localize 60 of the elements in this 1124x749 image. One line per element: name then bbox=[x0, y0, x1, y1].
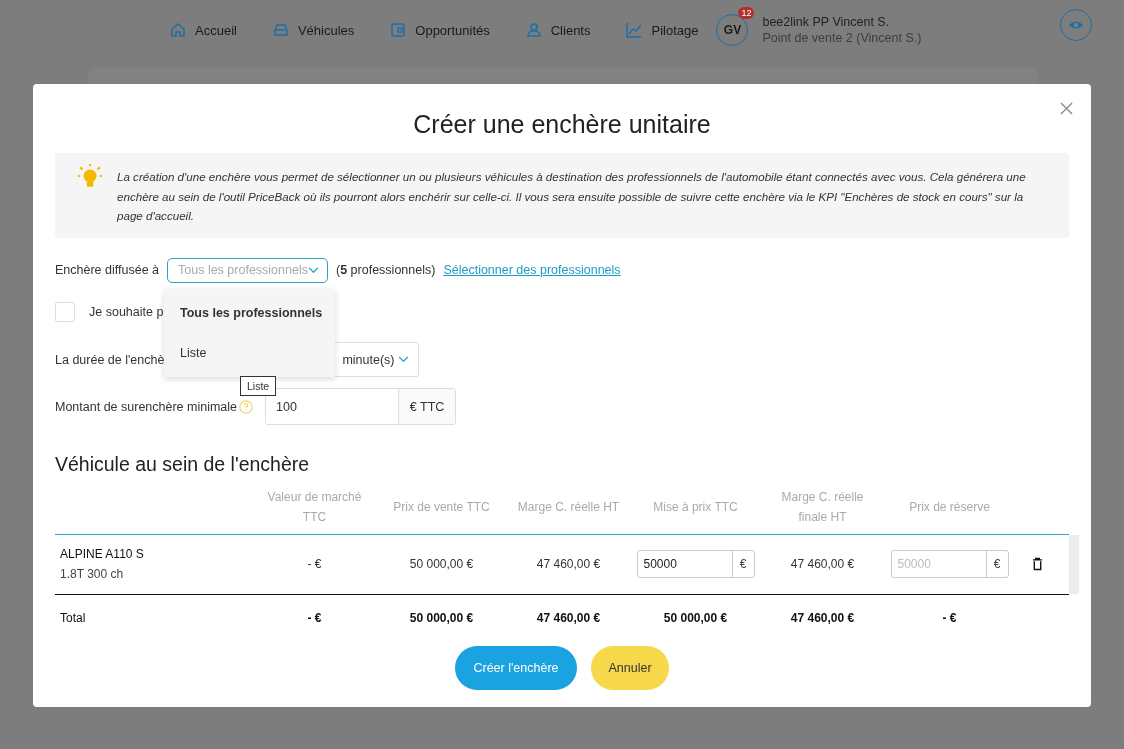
store-name: Point de vente 2 (Vincent S.) bbox=[762, 31, 922, 45]
total-cell-text: Total bbox=[59, 610, 87, 625]
total-cell-text: - € bbox=[941, 610, 958, 625]
currency-suffix: € bbox=[738, 556, 748, 573]
user-name: bee2link PP Vincent S. bbox=[762, 15, 891, 29]
nav-link[interactable]: Pilotage bbox=[626, 22, 699, 38]
currency-suffix: € TTC bbox=[399, 389, 456, 424]
column-header: Valeur de marché TTC bbox=[266, 488, 363, 526]
notification-badge: 12 bbox=[738, 7, 755, 19]
checkbox-label: Je souhaite p bbox=[89, 304, 164, 319]
help-icon[interactable] bbox=[239, 399, 254, 414]
wallet-icon bbox=[390, 22, 407, 38]
audience-select[interactable]: Tous les professionnels bbox=[167, 257, 328, 283]
reserve-input[interactable]: 50000 € bbox=[890, 550, 1009, 578]
trash-icon[interactable] bbox=[1031, 557, 1043, 571]
table-cell-text: - € bbox=[306, 557, 323, 571]
user-icon bbox=[525, 22, 542, 38]
vehicle-engine: 1.8T 300 ch bbox=[60, 567, 125, 581]
chevron-icon bbox=[398, 356, 410, 363]
count-text: (5 professionnels) bbox=[336, 263, 436, 277]
vehicle-name: ALPINE A110 S bbox=[60, 547, 145, 561]
home-icon bbox=[170, 22, 186, 38]
chart-icon bbox=[626, 22, 643, 38]
car-icon bbox=[272, 22, 289, 38]
tooltip: Liste bbox=[240, 375, 277, 396]
dropdown-option[interactable]: Tous les professionnels bbox=[164, 292, 335, 333]
cancel-button[interactable]: Annuler bbox=[590, 645, 669, 690]
select-link[interactable]: Sélectionner des professionnels bbox=[443, 263, 621, 277]
scrollbar[interactable] bbox=[1069, 534, 1079, 594]
total-cell-text: 50 000,00 € bbox=[662, 610, 729, 625]
total-cell-text: 47 460,00 € bbox=[789, 610, 856, 625]
dropdown-option[interactable]: Liste bbox=[164, 332, 335, 373]
modal-title: Créer une enchère unitaire bbox=[412, 110, 712, 139]
currency-suffix: € bbox=[992, 556, 1002, 573]
total-cell-text: 50 000,00 € bbox=[408, 610, 475, 625]
nav-link[interactable]: Clients bbox=[525, 22, 591, 38]
nav-link[interactable]: Véhicules bbox=[272, 22, 355, 38]
table-cell-text: 47 460,00 € bbox=[789, 557, 856, 571]
nav-link[interactable]: Opportunités bbox=[390, 22, 490, 38]
close-icon[interactable] bbox=[1060, 102, 1073, 115]
table-cell-text: 50 000,00 € bbox=[408, 557, 475, 571]
column-header: Marge C. réelle HT bbox=[516, 498, 621, 516]
price-input[interactable]: 50000 € bbox=[636, 550, 755, 578]
info-text: La création d'une enchère vous permet de sélectionner un ou plusieurs véhicules à destination des professionnels de l'automobile étant connectés avec vous. Cela générera une enchère au sein de l'outil PriceBack où ils pourront alors enchérir sur celle-ci. Il vous sera ensuite possible de suivre cette enchère via le KPI "Enchères de stock en cours" sur la page d'accueil. bbox=[117, 169, 1027, 224]
checkbox[interactable] bbox=[55, 301, 75, 322]
field-label: Enchère diffusée à bbox=[55, 263, 159, 277]
nav-link[interactable]: Accueil bbox=[170, 22, 237, 38]
chevron-icon bbox=[308, 266, 319, 274]
field-label: Montant de surenchère minimale bbox=[55, 399, 238, 414]
column-header: Prix de réserve bbox=[908, 498, 991, 516]
lightbulb-icon bbox=[77, 163, 103, 189]
column-header: Prix de vente TTC bbox=[392, 498, 491, 516]
section-title: Véhicule au sein de l'enchère bbox=[55, 452, 311, 476]
total-cell-text: - € bbox=[306, 610, 323, 625]
column-header: Marge C. réelle finale HT bbox=[780, 488, 865, 526]
total-cell-text: 47 460,00 € bbox=[535, 610, 602, 625]
column-header: Mise à prix TTC bbox=[652, 498, 739, 516]
field-label: La durée de l'enchè bbox=[55, 352, 165, 367]
create-button[interactable]: Créer l'enchère bbox=[455, 645, 577, 690]
table-cell-text: 47 460,00 € bbox=[535, 557, 602, 571]
